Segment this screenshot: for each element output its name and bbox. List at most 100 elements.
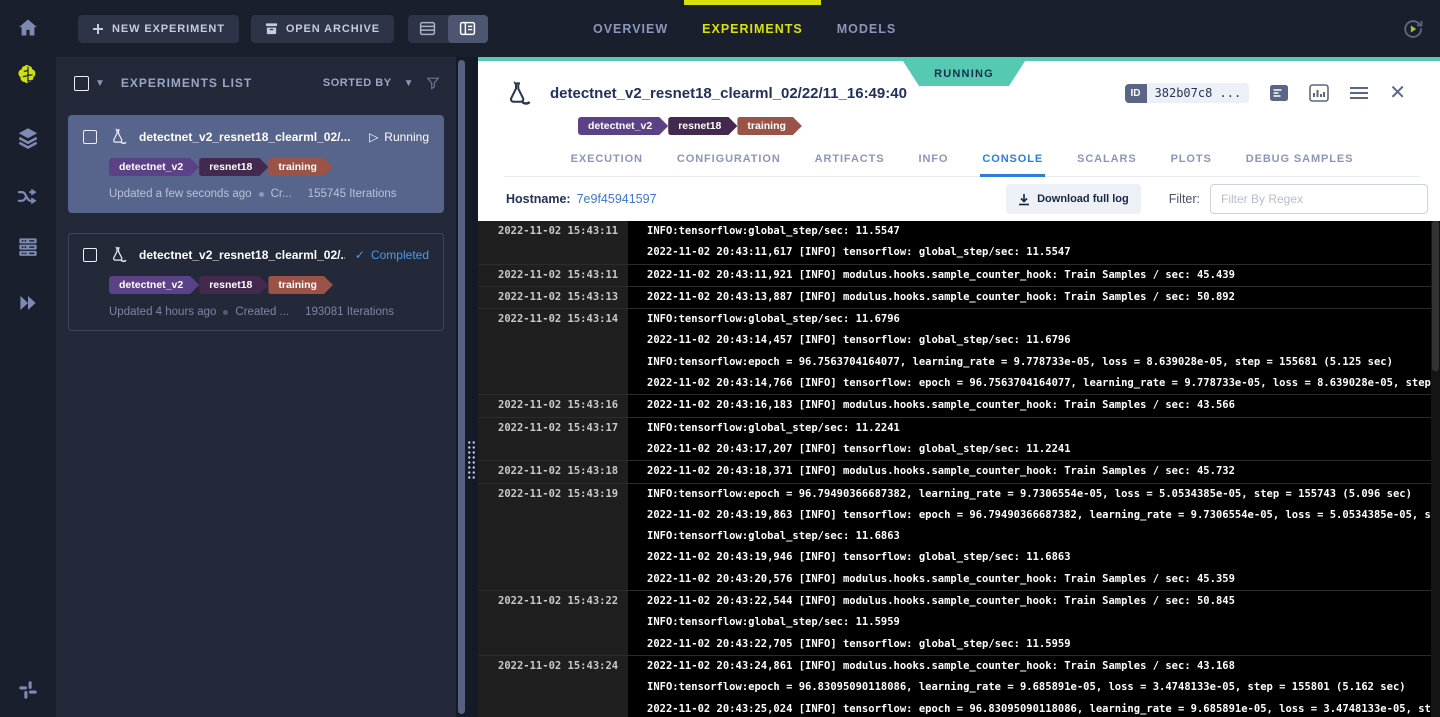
left-icon-rail [0, 0, 56, 717]
experiment-flask-icon [504, 81, 534, 107]
experiment-card[interactable]: detectnet_v2_resnet18_clearml_02/... ✓ C… [68, 233, 444, 331]
splitter-grip-handle[interactable] [467, 440, 476, 480]
list-actions: NEW EXPERIMENT OPEN ARCHIVE [56, 15, 456, 43]
sorted-by-caret-icon[interactable]: ▼ [404, 78, 414, 89]
experiments-list-panel: ▼ EXPERIMENTS LIST SORTED BY ▼ [56, 57, 456, 717]
filter-funnel-icon[interactable] [426, 76, 440, 90]
log-lines: 2022-11-02 20:43:22,544 [INFO] modulus.h… [628, 591, 1440, 655]
experiments-list-title: EXPERIMENTS LIST [121, 76, 252, 90]
experiment-id[interactable]: ID 382b07c8 ... [1125, 83, 1250, 103]
log-line: 2022-11-02 20:43:20,576 [INFO] modulus.h… [647, 569, 1440, 590]
log-group: 2022-11-02 15:43:19 INFO:tensorflow:epoc… [478, 483, 1440, 590]
log-timestamp: 2022-11-02 15:43:11 [478, 265, 628, 286]
experiment-tab[interactable]: INFO [917, 147, 951, 176]
log-group: 2022-11-02 15:43:11 INFO:tensorflow:glob… [478, 221, 1440, 264]
table-view-toggle-icon[interactable] [408, 15, 448, 43]
experiment-tab[interactable]: DEBUG SAMPLES [1244, 147, 1356, 176]
experiment-tab[interactable]: CONSOLE [980, 147, 1045, 176]
log-group: 2022-11-02 15:43:13 2022-11-02 20:43:13,… [478, 286, 1440, 308]
log-lines: INFO:tensorflow:global_step/sec: 11.6796… [628, 309, 1440, 394]
log-line: 2022-11-02 20:43:14,457 [INFO] tensorflo… [647, 330, 1440, 351]
open-archive-button[interactable]: OPEN ARCHIVE [251, 15, 394, 43]
tag: training [268, 276, 333, 294]
log-group: 2022-11-02 15:43:14 INFO:tensorflow:glob… [478, 308, 1440, 394]
list-scrollbar[interactable] [458, 60, 465, 714]
log-lines: 2022-11-02 20:43:13,887 [INFO] modulus.h… [628, 287, 1440, 308]
console-output-icon[interactable] [1269, 84, 1289, 102]
datasets-layers-icon[interactable] [13, 123, 43, 153]
tag: training [268, 158, 333, 176]
experiment-card-title: detectnet_v2_resnet18_clearml_02/... [139, 130, 359, 144]
metrics-chart-icon[interactable] [1309, 84, 1329, 102]
select-all-checkbox[interactable] [74, 76, 89, 91]
top-nav-tab[interactable]: MODELS [835, 0, 898, 57]
experiment-card[interactable]: detectnet_v2_resnet18_clearml_02/... ▷ R… [68, 115, 444, 213]
status-label: Running [384, 130, 429, 144]
log-timestamp: 2022-11-02 15:43:13 [478, 287, 628, 308]
archive-icon [265, 22, 278, 35]
experiment-tab[interactable]: EXECUTION [569, 147, 645, 176]
workers-servers-icon[interactable] [13, 232, 43, 262]
log-group: 2022-11-02 15:43:22 2022-11-02 20:43:22,… [478, 590, 1440, 655]
log-line: 2022-11-02 20:43:22,544 [INFO] modulus.h… [647, 591, 1440, 612]
log-lines: 2022-11-02 20:43:16,183 [INFO] modulus.h… [628, 395, 1440, 416]
experiment-tab[interactable]: ARTIFACTS [813, 147, 887, 176]
tag: detectnet_v2 [109, 158, 199, 176]
experiment-title: detectnet_v2_resnet18_clearml_02/22/11_1… [550, 85, 907, 102]
log-timestamp: 2022-11-02 15:43:24 [478, 656, 628, 717]
new-experiment-button[interactable]: NEW EXPERIMENT [78, 15, 239, 43]
experiment-tags: detectnet_v2resnet18training [578, 117, 1420, 135]
view-toggle [408, 15, 488, 43]
log-lines: 2022-11-02 20:43:18,371 [INFO] modulus.h… [628, 461, 1440, 482]
log-group: 2022-11-02 15:43:11 2022-11-02 20:43:11,… [478, 264, 1440, 286]
home-icon[interactable] [13, 13, 43, 43]
console-scrollbar[interactable] [1431, 221, 1440, 717]
experiment-flask-icon [109, 128, 129, 146]
experiment-checkbox[interactable] [83, 130, 97, 144]
pipelines-icon[interactable] [13, 182, 43, 212]
log-line: 2022-11-02 20:43:11,921 [INFO] modulus.h… [647, 265, 1440, 286]
id-value: 382b07c8 ... [1147, 83, 1250, 103]
close-icon[interactable]: ✕ [1389, 83, 1406, 103]
experiment-tab[interactable]: CONFIGURATION [675, 147, 783, 176]
log-timestamp: 2022-11-02 15:43:16 [478, 395, 628, 416]
experiment-tab[interactable]: PLOTS [1169, 147, 1214, 176]
log-lines: INFO:tensorflow:epoch = 96.7949036668738… [628, 484, 1440, 590]
top-nav-tab[interactable]: EXPERIMENTS [700, 0, 805, 57]
log-line: 2022-11-02 20:43:16,183 [INFO] modulus.h… [647, 395, 1440, 416]
auto-refresh-icon[interactable] [1398, 14, 1428, 44]
log-group: 2022-11-02 15:43:16 2022-11-02 20:43:16,… [478, 394, 1440, 416]
experiment-tabs: EXECUTION CONFIGURATION ARTIFACTS INFO C… [504, 147, 1420, 177]
detail-view-toggle-icon[interactable] [448, 15, 488, 43]
console-toolbar: Hostname: 7e9f45941597 Download full log… [478, 177, 1440, 221]
log-line: 2022-11-02 20:43:18,371 [INFO] modulus.h… [647, 461, 1440, 482]
log-line: 2022-11-02 20:43:13,887 [INFO] modulus.h… [647, 287, 1440, 308]
experiment-tab[interactable]: SCALARS [1075, 147, 1138, 176]
experiments-list-header: ▼ EXPERIMENTS LIST SORTED BY ▼ [56, 57, 456, 109]
log-line: INFO:tensorflow:global_step/sec: 11.6863 [647, 526, 1440, 547]
panel-splitter [456, 57, 478, 717]
experiment-checkbox[interactable] [83, 248, 97, 262]
menu-icon[interactable] [1349, 85, 1369, 101]
experiments-cards: detectnet_v2_resnet18_clearml_02/... ▷ R… [56, 109, 456, 717]
projects-brain-icon[interactable] [13, 61, 43, 91]
iterations-text: 155745 Iterations [308, 188, 397, 200]
filter-regex-input[interactable] [1210, 184, 1428, 214]
select-dropdown-caret-icon[interactable]: ▼ [95, 78, 105, 89]
experiment-status: ▷ Running [369, 130, 429, 144]
log-line: 2022-11-02 20:43:14,766 [INFO] tensorflo… [647, 373, 1440, 394]
experiment-flask-icon [109, 246, 129, 264]
slack-icon[interactable] [13, 675, 43, 705]
tag: resnet18 [668, 117, 737, 135]
sorted-by-label[interactable]: SORTED BY [323, 77, 392, 89]
top-nav-tab[interactable]: OVERVIEW [591, 0, 670, 57]
main-nav: OVERVIEW EXPERIMENTS MODELS [591, 0, 898, 57]
log-timestamp: 2022-11-02 15:43:19 [478, 484, 628, 590]
download-full-log-button[interactable]: Download full log [1006, 184, 1141, 214]
experiment-detail-panel: RUNNING detectnet_v2_resnet18_clearml_02… [478, 57, 1440, 717]
log-line: INFO:tensorflow:epoch = 96.7563704164077… [647, 352, 1440, 373]
reports-chevrons-icon[interactable] [13, 288, 43, 318]
log-line: 2022-11-02 20:43:19,946 [INFO] tensorflo… [647, 547, 1440, 568]
console-scrollbar-thumb[interactable] [1432, 221, 1439, 371]
download-label: Download full log [1037, 193, 1129, 205]
